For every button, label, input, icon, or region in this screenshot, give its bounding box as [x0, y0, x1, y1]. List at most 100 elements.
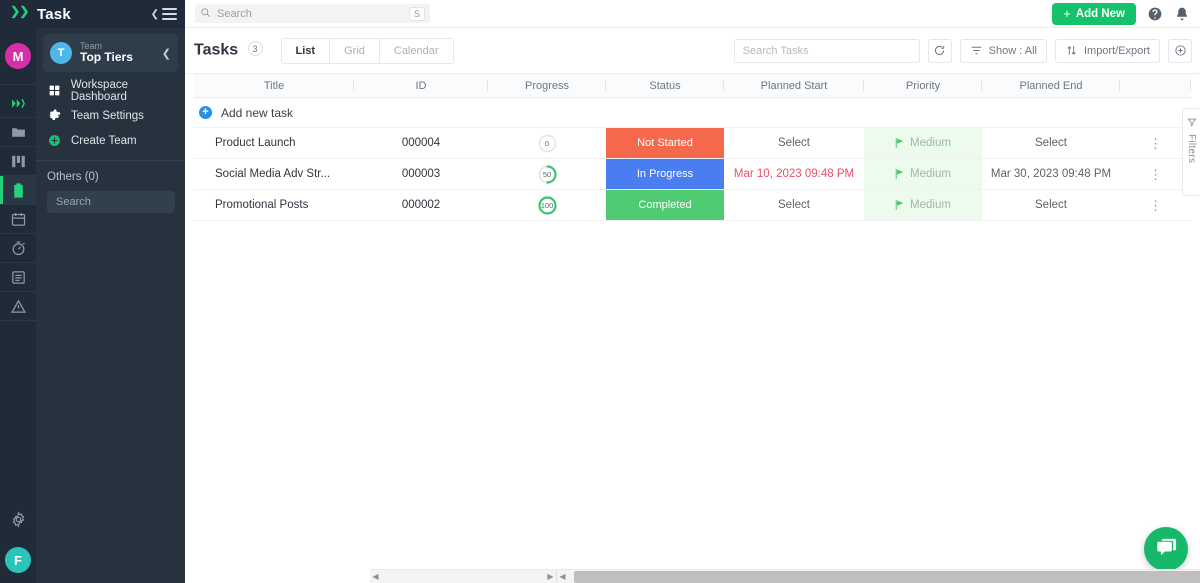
rail-item-issues[interactable]	[0, 292, 36, 320]
cell-title[interactable]: Product Launch	[194, 128, 354, 158]
brand-controls[interactable]: ❮	[151, 8, 177, 20]
table-row[interactable]: Product Launch 000004 0 Not Started Select Me…	[194, 128, 1191, 159]
cell-status[interactable]: In Progress	[606, 159, 724, 189]
kebab-menu-icon[interactable]: ⋮	[1149, 168, 1162, 181]
column-header-title[interactable]: Title	[194, 74, 354, 97]
cell-priority[interactable]: Medium	[864, 128, 982, 158]
rail-divider	[0, 84, 36, 85]
team-switcher[interactable]: T Team Top Tiers ❮	[43, 34, 178, 72]
rail-item-boards[interactable]	[0, 147, 36, 175]
column-header-label: Status	[649, 79, 681, 92]
add-new-button[interactable]: + Add New	[1052, 2, 1136, 25]
cell-priority[interactable]: Medium	[864, 190, 982, 220]
top-bar: Search S + Add New	[185, 0, 1200, 28]
question-circle-icon[interactable]	[1147, 6, 1163, 22]
cell-id[interactable]: 000002	[354, 190, 488, 220]
filters-tab[interactable]: Filters	[1182, 108, 1200, 196]
column-divider[interactable]	[1190, 80, 1191, 91]
scroll-right-arrow-icon[interactable]: ▶	[545, 572, 556, 581]
toolbar-actions: Search Tasks Show : All Import/Export	[733, 38, 1192, 63]
show-filter-button[interactable]: Show : All	[959, 38, 1047, 63]
cell-progress[interactable]: 100	[488, 190, 606, 220]
rail-user-avatar-wrap[interactable]: M	[0, 28, 36, 84]
cell-progress[interactable]: 50	[488, 159, 606, 189]
tab-calendar[interactable]: Calendar	[379, 38, 453, 63]
cell-planned-end[interactable]: Select	[982, 128, 1120, 158]
main-area: Search S + Add New Tasks 3 List Grid Cal…	[185, 0, 1200, 583]
icon-rail: M F	[0, 0, 36, 583]
chevron-left-icon[interactable]: ❮	[162, 47, 171, 60]
scroll-left-arrow-icon[interactable]: ◀	[370, 572, 381, 581]
cell-actions[interactable]: ⋮	[1120, 128, 1191, 158]
cell-progress[interactable]: 0	[488, 128, 606, 158]
rail-item-documents[interactable]	[0, 263, 36, 291]
cell-actions[interactable]: ⋮	[1120, 190, 1191, 220]
sidebar-item-create-team[interactable]: Create Team	[36, 128, 185, 153]
column-header-planned-end[interactable]: Planned End	[982, 74, 1120, 97]
tab-list[interactable]: List	[281, 38, 331, 63]
kebab-menu-icon[interactable]: ⋮	[1149, 199, 1162, 212]
chat-support-button[interactable]	[1144, 527, 1188, 571]
add-new-task-row[interactable]: + Add new task	[194, 98, 1191, 128]
cell-id[interactable]: 000004	[354, 128, 488, 158]
cell-planned-start[interactable]: Select	[724, 128, 864, 158]
column-header-planned-start[interactable]: Planned Start	[724, 74, 864, 97]
kebab-menu-icon[interactable]: ⋮	[1149, 137, 1162, 150]
tab-grid[interactable]: Grid	[330, 38, 380, 63]
hamburger-icon[interactable]	[162, 8, 177, 20]
cell-planned-end[interactable]: Mar 30, 2023 09:48 PM	[982, 159, 1120, 189]
show-filter-label: Show : All	[988, 44, 1037, 57]
add-task-button[interactable]	[1168, 38, 1192, 63]
column-header-id[interactable]: ID	[354, 74, 488, 97]
cell-actions[interactable]: ⋮	[1120, 159, 1191, 189]
refresh-button[interactable]	[927, 38, 952, 63]
sidebar-item-label: Workspace Dashboard	[70, 78, 128, 103]
rail-item-settings[interactable]	[0, 505, 36, 533]
rail-item-time-tracking[interactable]	[0, 234, 36, 262]
column-header-progress[interactable]: Progress	[488, 74, 606, 97]
sidebar-item-workspace-dashboard[interactable]: Workspace Dashboard	[36, 78, 185, 103]
bell-icon[interactable]	[1174, 6, 1190, 22]
tasks-table: Title ID Progress Status Planned Start P…	[185, 74, 1200, 221]
cell-planned-start[interactable]: Mar 10, 2023 09:48 PM	[724, 159, 864, 189]
table-row[interactable]: Promotional Posts 000002 100 Completed Selec…	[194, 190, 1191, 221]
cell-id[interactable]: 000003	[354, 159, 488, 189]
chevron-left-icon[interactable]: ❮	[151, 9, 159, 20]
folder-icon	[10, 124, 27, 141]
app-root: M F Task ❮ T Team Top Tiers ❮ Workspace …	[0, 0, 1200, 583]
table-scrollbar[interactable]: ◀ ▶	[556, 569, 1200, 583]
avatar[interactable]: M	[5, 43, 31, 69]
add-new-label: Add New	[1075, 7, 1125, 20]
cell-planned-start[interactable]: Select	[724, 190, 864, 220]
global-search-input[interactable]: Search S	[195, 4, 430, 23]
cell-status[interactable]: Not Started	[606, 128, 724, 158]
sidebar-item-team-settings[interactable]: Team Settings	[36, 103, 185, 128]
cell-status[interactable]: Completed	[606, 190, 724, 220]
cell-priority[interactable]: Medium	[864, 159, 982, 189]
rail-item-folders[interactable]	[0, 118, 36, 146]
scrollbar-track[interactable]	[568, 570, 1200, 583]
filter-icon	[970, 44, 983, 57]
brand-name: Task	[37, 5, 71, 23]
plus-icon: +	[1063, 6, 1071, 21]
sidebar-scrollbar[interactable]: ◀ ▶	[370, 569, 556, 583]
column-header-status[interactable]: Status	[606, 74, 724, 97]
scroll-left-arrow-icon[interactable]: ◀	[557, 572, 568, 581]
sidebar-search-input[interactable]: Search	[47, 191, 175, 213]
rail-item-calendar[interactable]	[0, 205, 36, 233]
cell-title[interactable]: Social Media Adv Str...	[194, 159, 354, 189]
scrollbar-thumb[interactable]	[574, 570, 1200, 583]
plus-circle-outline-icon	[1174, 44, 1187, 57]
rail-item-tasks[interactable]	[0, 176, 36, 204]
search-tasks-input[interactable]: Search Tasks	[733, 38, 920, 63]
flag-icon	[895, 200, 904, 210]
scrollbar-track[interactable]	[381, 570, 545, 583]
stopwatch-icon	[10, 240, 27, 257]
cell-title[interactable]: Promotional Posts	[194, 190, 354, 220]
avatar[interactable]: F	[5, 547, 31, 573]
column-header-priority[interactable]: Priority	[864, 74, 982, 97]
import-export-button[interactable]: Import/Export	[1054, 38, 1160, 63]
rail-item-workspace-logo[interactable]	[0, 89, 36, 117]
cell-planned-end[interactable]: Select	[982, 190, 1120, 220]
table-row[interactable]: Social Media Adv Str... 000003 50 In Progre…	[194, 159, 1191, 190]
